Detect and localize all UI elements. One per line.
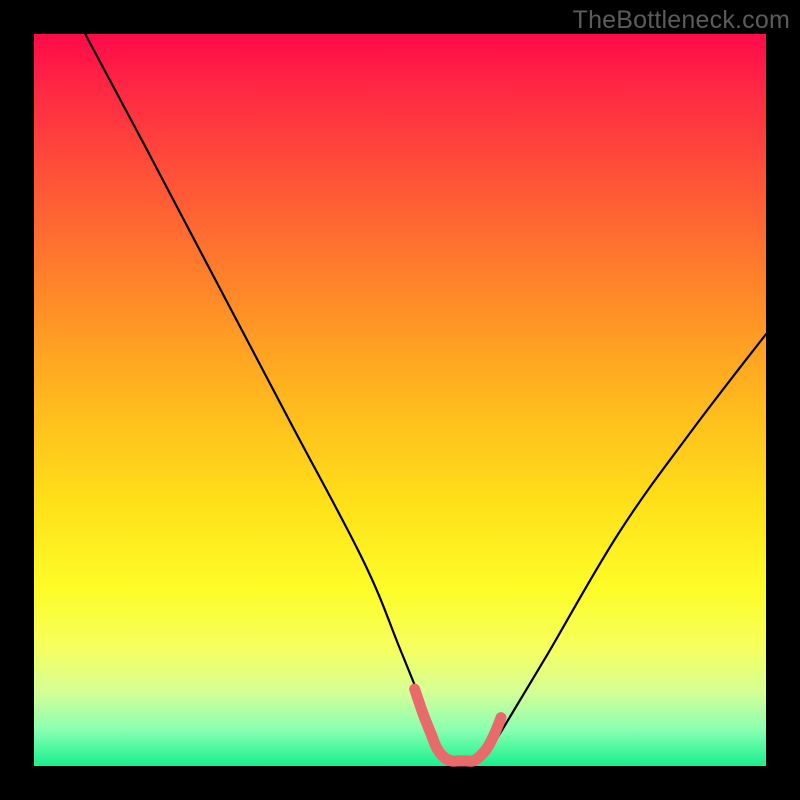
watermark-text: TheBottleneck.com xyxy=(573,6,790,35)
chart-frame: TheBottleneck.com xyxy=(0,0,800,800)
chart-svg xyxy=(34,34,766,766)
bottleneck-curve-path xyxy=(85,34,766,762)
optimal-zone-path xyxy=(415,689,501,761)
